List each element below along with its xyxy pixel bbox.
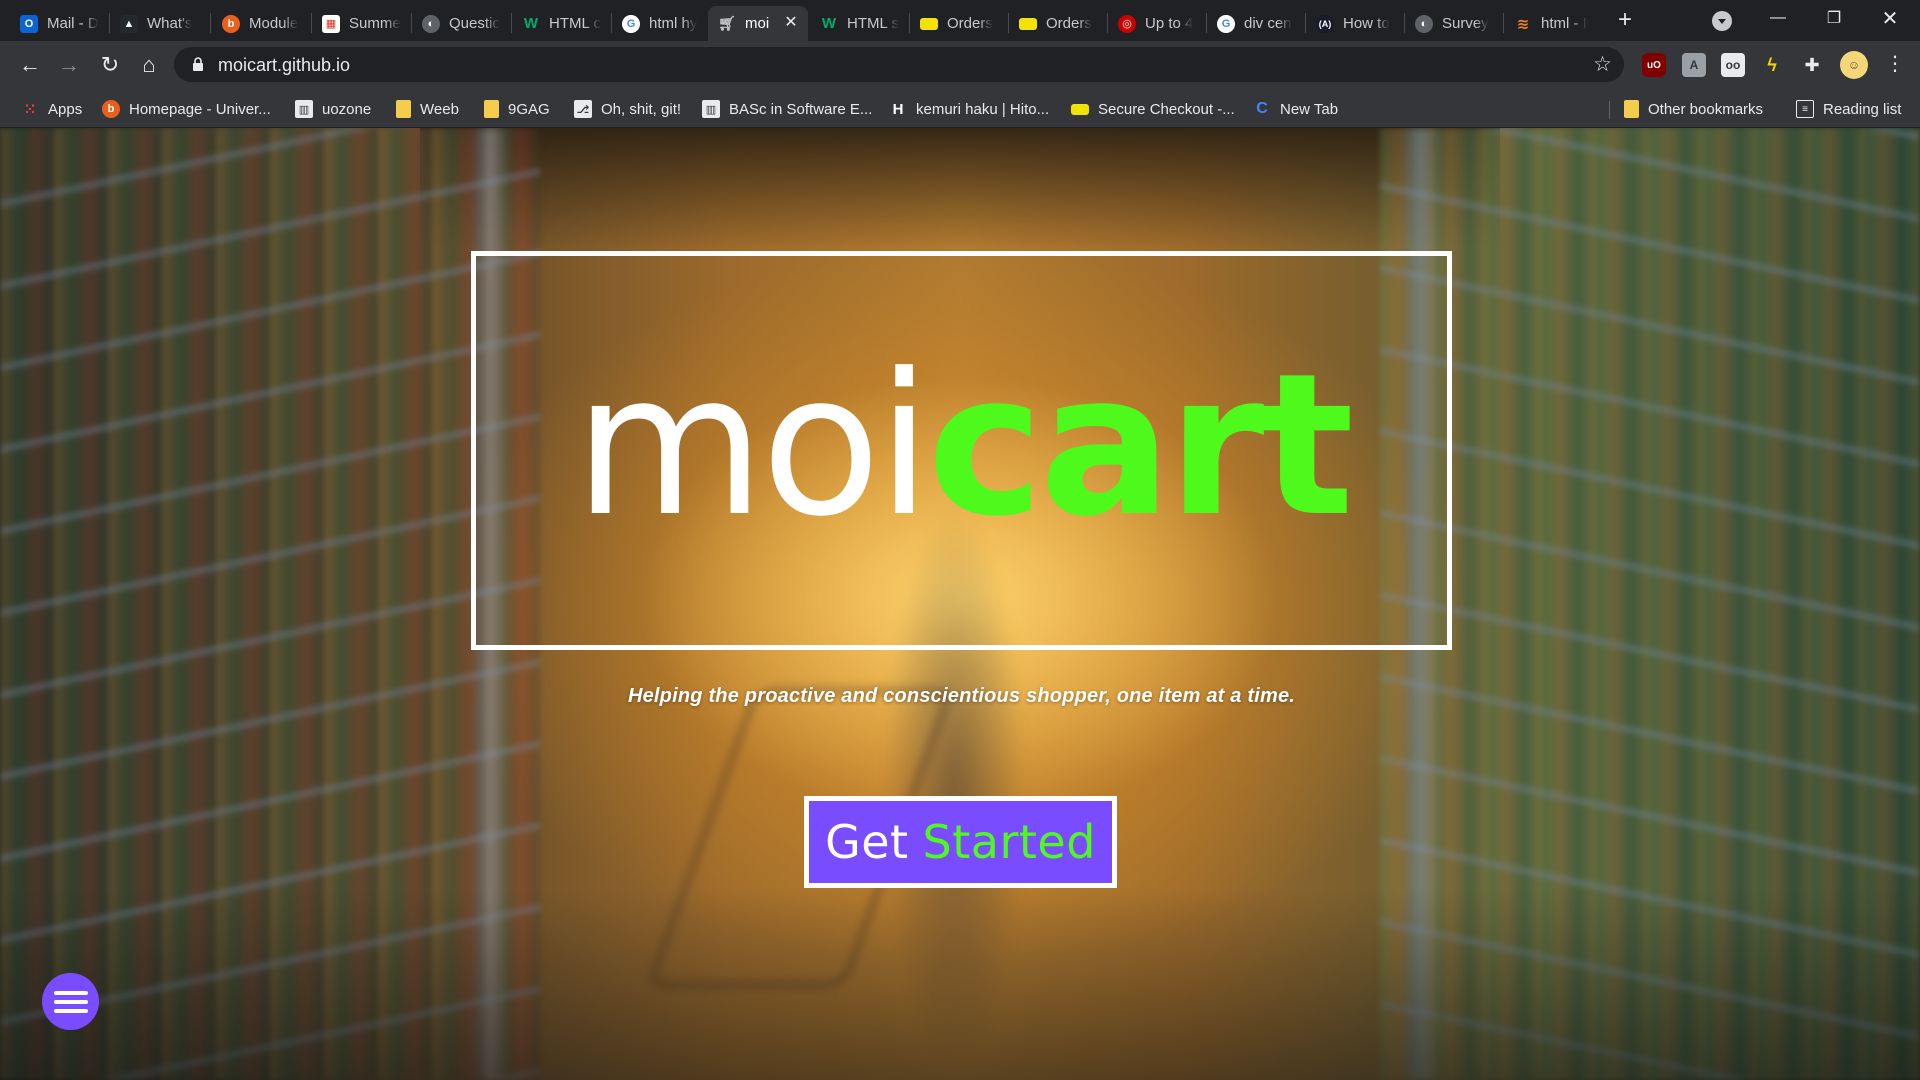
tab-orders-1[interactable]: Orders bbox=[910, 6, 1008, 41]
browser-toolbar: ← → ↻ ⌂ moicart.github.io ☆ uO A oo ϟ ✚ … bbox=[0, 41, 1920, 89]
target-icon: ◎ bbox=[1118, 14, 1136, 33]
brightspace-icon: b bbox=[222, 14, 240, 33]
h-icon: H bbox=[892, 100, 904, 118]
tab-mail[interactable]: O Mail - D bbox=[10, 6, 107, 41]
chrome-icon: C bbox=[1256, 100, 1268, 117]
tab-survey[interactable]: ◐ Survey bbox=[1405, 6, 1503, 41]
cart-icon: 🛒︎ bbox=[718, 15, 736, 31]
back-button[interactable]: ← bbox=[15, 50, 45, 80]
tab-strip: O Mail - D ▲ What's b Module ▦ Summe ◐ Q… bbox=[0, 0, 1920, 41]
get-started-button[interactable]: Get Started bbox=[804, 796, 1117, 888]
page-viewport: moicart Helping the proactive and consci… bbox=[0, 128, 1920, 1080]
tab-html-c[interactable]: W HTML c bbox=[512, 6, 610, 41]
stackoverflow-icon: ≋ bbox=[1516, 15, 1530, 33]
extension-square-icon[interactable]: A bbox=[1682, 53, 1706, 77]
tab-up-to[interactable]: ◎ Up to 4 bbox=[1108, 6, 1206, 41]
cta-word-started: Started bbox=[922, 815, 1096, 869]
bookmark-other-bookmarks[interactable]: Other bookmarks bbox=[1624, 97, 1763, 121]
hamburger-menu-button[interactable] bbox=[42, 973, 99, 1030]
profile-avatar[interactable]: ☺ bbox=[1840, 51, 1868, 79]
tab-search-icon[interactable] bbox=[1712, 11, 1732, 31]
tab-html-l[interactable]: ≋ html - I bbox=[1504, 6, 1602, 41]
globe-icon: ◐ bbox=[422, 14, 440, 33]
tag-icon bbox=[920, 17, 938, 30]
hamburger-line bbox=[53, 999, 88, 1004]
tab-div-cen[interactable]: G div cen bbox=[1207, 6, 1305, 41]
tag-icon bbox=[1071, 103, 1089, 115]
building-icon: ▥ bbox=[702, 100, 720, 118]
tab-orders-2[interactable]: Orders bbox=[1009, 6, 1107, 41]
globe-icon: ◐ bbox=[1415, 14, 1433, 33]
git-icon: ⎇ bbox=[574, 100, 592, 118]
address-bar[interactable]: moicart.github.io ☆ bbox=[174, 47, 1624, 82]
tagline: Helping the proactive and conscientious … bbox=[627, 685, 1296, 707]
hamburger-line bbox=[53, 1008, 88, 1013]
tag-icon bbox=[1019, 17, 1037, 30]
brightspace-icon: b bbox=[102, 100, 120, 118]
logo-cart: cart bbox=[927, 332, 1354, 560]
bookmark-9gag[interactable]: 9GAG bbox=[484, 97, 550, 121]
tab-separator bbox=[210, 13, 211, 33]
bookmark-uozone[interactable]: ▥ uozone bbox=[295, 97, 371, 121]
google-icon: G bbox=[1217, 14, 1235, 33]
folder-icon bbox=[396, 100, 411, 118]
restore-button[interactable]: ❐ bbox=[1806, 0, 1862, 36]
tab-html-s[interactable]: W HTML s bbox=[810, 6, 908, 41]
home-button[interactable]: ⌂ bbox=[134, 50, 164, 80]
bookmark-basc[interactable]: ▥ BASc in Software E... bbox=[702, 97, 872, 121]
bookmarks-bar: ⁙ Apps b Homepage - Univer... ▥ uozone W… bbox=[0, 89, 1920, 128]
close-tab-icon[interactable]: ✕ bbox=[782, 14, 800, 32]
bookmark-oh-shit-git[interactable]: ⎇ Oh, shit, git! bbox=[574, 97, 681, 121]
bookmark-weeb[interactable]: Weeb bbox=[396, 97, 459, 121]
new-tab-button[interactable]: + bbox=[1612, 8, 1638, 34]
lock-icon[interactable] bbox=[192, 57, 204, 71]
extensions-puzzle-icon[interactable]: ✚ bbox=[1800, 53, 1824, 77]
bookmark-kemuri-haku[interactable]: H kemuri haku | Hito... bbox=[889, 97, 1050, 121]
folder-icon bbox=[1624, 100, 1639, 118]
building-icon: ▥ bbox=[295, 100, 313, 118]
github-icon: ▲ bbox=[120, 14, 138, 33]
site-logo: moicart bbox=[574, 346, 1354, 546]
hamburger-line bbox=[53, 990, 88, 995]
tab-whats[interactable]: ▲ What's bbox=[110, 6, 208, 41]
glasses-extension-icon[interactable]: oo bbox=[1721, 53, 1745, 77]
reload-button[interactable]: ↻ bbox=[95, 50, 125, 80]
forward-button[interactable]: → bbox=[54, 50, 84, 80]
bookmark-star-icon[interactable]: ☆ bbox=[1593, 52, 1612, 77]
tab-module[interactable]: b Module bbox=[212, 6, 310, 41]
bookmarks-separator bbox=[1609, 101, 1610, 119]
chrome-menu-icon[interactable]: ⋮ bbox=[1885, 53, 1905, 77]
tab-how-to[interactable]: (A) How to bbox=[1306, 6, 1404, 41]
logo-moi: moi bbox=[574, 332, 931, 560]
folder-icon bbox=[484, 100, 499, 118]
reading-list-icon: ≡ bbox=[1796, 100, 1814, 118]
cta-word-get: Get bbox=[825, 815, 909, 869]
bookmark-new-tab[interactable]: C New Tab bbox=[1253, 97, 1338, 121]
reading-list-button[interactable]: ≡ Reading list bbox=[1796, 97, 1901, 121]
close-window-button[interactable]: ✕ bbox=[1862, 0, 1918, 36]
outlook-icon: O bbox=[20, 14, 38, 33]
minimize-button[interactable]: — bbox=[1750, 0, 1806, 36]
tab-html-hy[interactable]: G html hy bbox=[612, 6, 708, 41]
bookmark-homepage[interactable]: b Homepage - Univer... bbox=[102, 97, 271, 121]
tab-question[interactable]: ◐ Questic bbox=[412, 6, 510, 41]
calendar-icon: ▦ bbox=[322, 14, 340, 33]
tab-moicart-active[interactable]: 🛒︎ moi ✕ bbox=[708, 6, 808, 41]
tab-summer[interactable]: ▦ Summe bbox=[312, 6, 410, 41]
google-icon: G bbox=[622, 14, 640, 33]
w3schools-icon: W bbox=[821, 15, 837, 32]
bookmark-apps[interactable]: ⁙ Apps bbox=[21, 97, 82, 121]
code-icon: (A) bbox=[1316, 14, 1334, 33]
w3schools-icon: W bbox=[523, 15, 539, 32]
background-floor bbox=[0, 888, 1920, 1080]
bookmark-secure-checkout[interactable]: Secure Checkout -... bbox=[1071, 97, 1235, 121]
url-text[interactable]: moicart.github.io bbox=[218, 55, 350, 76]
apps-grid-icon: ⁙ bbox=[24, 100, 36, 117]
background-ceiling bbox=[420, 128, 1500, 248]
ublock-icon[interactable]: uO bbox=[1642, 53, 1666, 77]
lightning-extension-icon[interactable]: ϟ bbox=[1760, 53, 1784, 77]
